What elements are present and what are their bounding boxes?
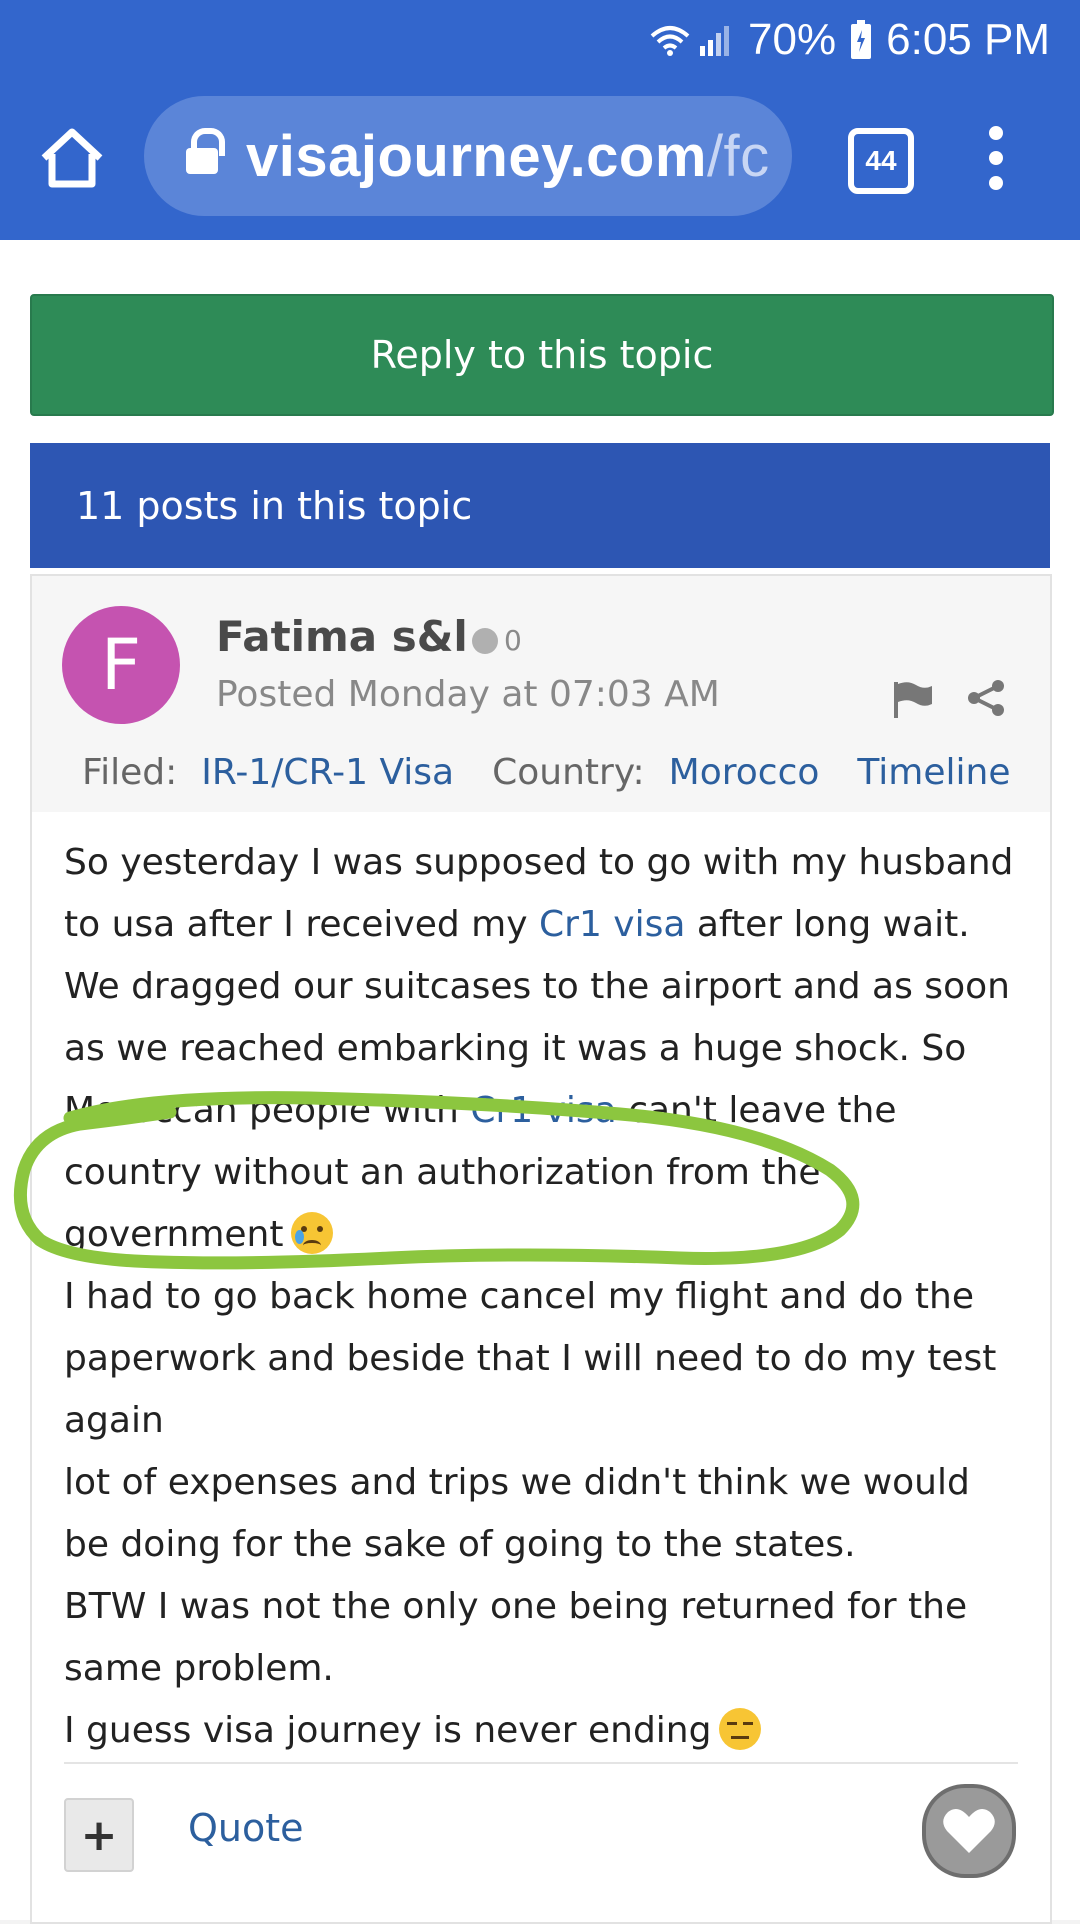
reputation-badge: 0 <box>472 624 522 657</box>
home-icon[interactable] <box>36 122 108 194</box>
expressionless-face-icon <box>719 1708 762 1750</box>
cr1-visa-link[interactable]: Cr1 visa <box>470 1090 616 1131</box>
reputation-dot-icon <box>472 627 498 654</box>
post-timestamp: Posted Monday at 07:03 AM <box>216 674 720 715</box>
like-button[interactable] <box>922 1784 1016 1878</box>
cell-signal-icon <box>700 26 730 56</box>
multiquote-button[interactable]: + <box>64 1798 134 1872</box>
country-label: Country: <box>492 752 645 793</box>
url-text: visajourney.com/fc <box>246 123 770 190</box>
post-paragraph: lot of expenses and trips we didn't thin… <box>64 1462 970 1565</box>
overflow-menu-icon[interactable] <box>984 126 1008 190</box>
browser-chrome: 70% 6:05 PM visajourney.com/fc 44 <box>0 0 1080 240</box>
filed-link[interactable]: IR-1/CR-1 Visa <box>201 752 454 793</box>
filed-label: Filed: <box>82 752 178 793</box>
cr1-visa-link[interactable]: Cr1 visa <box>539 904 685 945</box>
post-paragraph: So yesterday I was supposed to go with m… <box>64 832 1024 1266</box>
author-name[interactable]: Fatima s&l <box>216 612 468 661</box>
reply-to-topic-button[interactable]: Reply to this topic <box>30 294 1054 416</box>
post-text: I guess visa journey is never ending <box>64 1710 712 1751</box>
page-content: Reply to this topic 11 posts in this top… <box>0 250 1080 1924</box>
url-path: /fc <box>706 123 770 189</box>
post-header: F Fatima s&l 0 Posted Monday at 07:03 AM… <box>32 576 1050 812</box>
post-card: F Fatima s&l 0 Posted Monday at 07:03 AM… <box>30 574 1052 1924</box>
post-paragraph: BTW I was not the only one being returne… <box>64 1586 968 1689</box>
tab-switcher-button[interactable]: 44 <box>848 128 914 194</box>
lock-icon <box>186 128 225 174</box>
status-bar: 70% 6:05 PM <box>648 10 1050 70</box>
post-body: So yesterday I was supposed to go with m… <box>64 832 1024 1762</box>
share-icon[interactable] <box>966 678 1006 718</box>
flag-icon[interactable] <box>890 680 934 720</box>
post-paragraph: I guess visa journey is never ending <box>64 1700 1024 1762</box>
post-meta: Filed: IR-1/CR-1 Visa Country: Morocco Timel… <box>82 752 1010 793</box>
wifi-icon <box>650 26 690 56</box>
reputation-count: 0 <box>504 624 522 657</box>
avatar[interactable]: F <box>62 606 180 724</box>
country-link[interactable]: Morocco <box>669 752 820 793</box>
url-domain: visajourney.com <box>246 123 707 189</box>
battery-icon <box>851 20 872 59</box>
heart-icon <box>943 1808 995 1853</box>
crying-face-icon <box>291 1212 334 1254</box>
post-divider <box>64 1762 1018 1764</box>
battery-percent: 70% <box>748 15 837 64</box>
post-paragraph: I had to go back home cancel my flight a… <box>64 1276 997 1441</box>
timeline-link[interactable]: Timeline <box>857 752 1010 793</box>
quote-button[interactable]: Quote <box>188 1806 304 1850</box>
signal-icons <box>648 22 734 58</box>
posts-count-header: 11 posts in this topic <box>30 443 1050 568</box>
address-bar[interactable]: visajourney.com/fc <box>144 96 792 216</box>
clock: 6:05 PM <box>886 15 1050 64</box>
